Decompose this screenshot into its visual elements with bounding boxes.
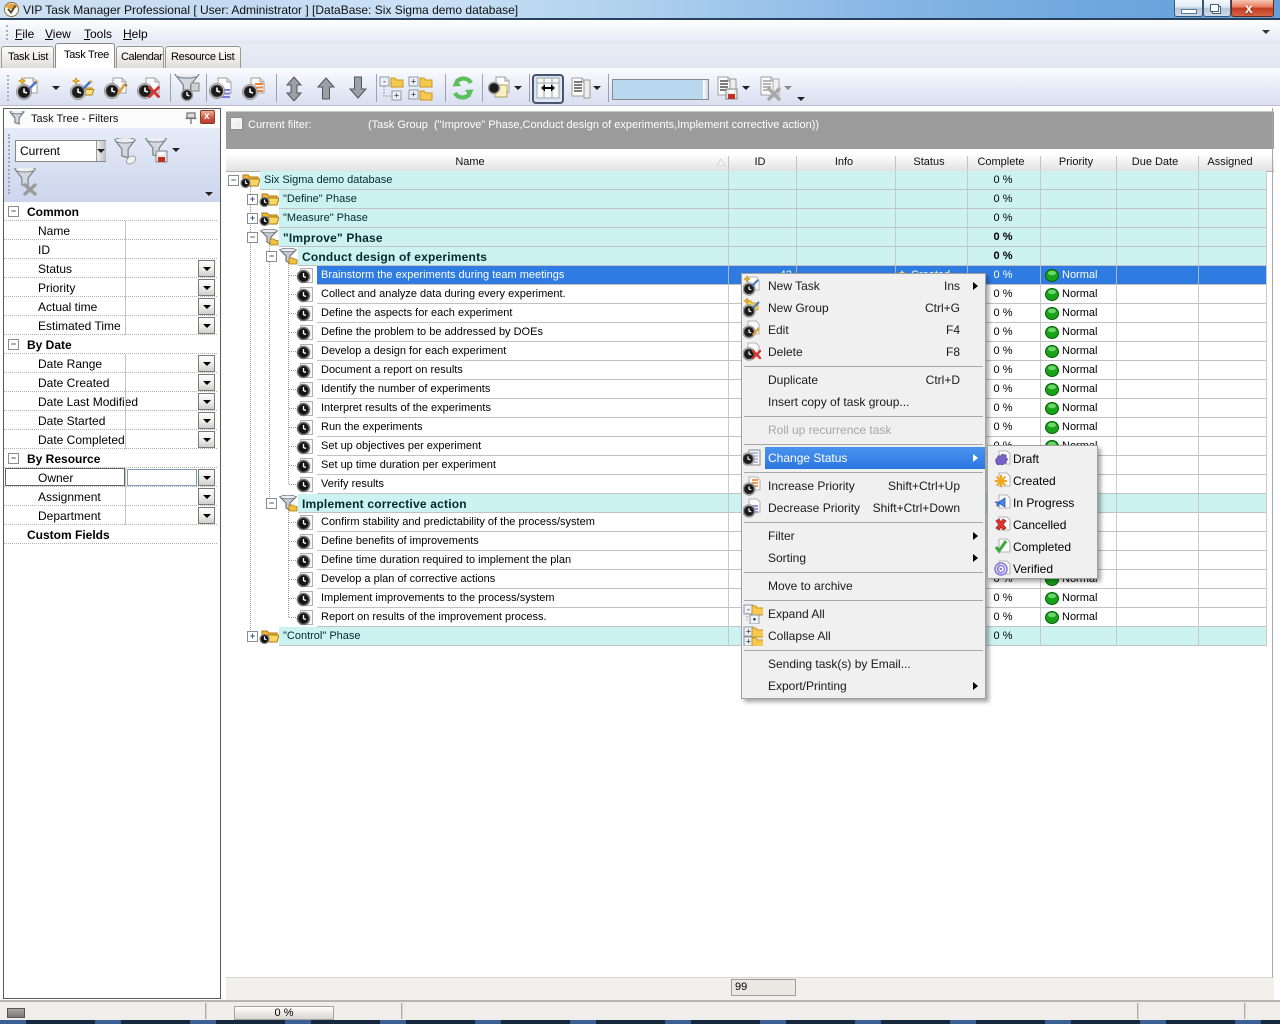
svg-text:+: + <box>411 90 416 100</box>
svg-text:+: + <box>394 91 399 101</box>
svg-text:•: • <box>753 615 756 625</box>
svg-text:+: + <box>411 77 416 87</box>
svg-text:+: + <box>746 637 751 647</box>
svg-text:-: - <box>383 77 386 87</box>
svg-text:+: + <box>746 627 751 637</box>
